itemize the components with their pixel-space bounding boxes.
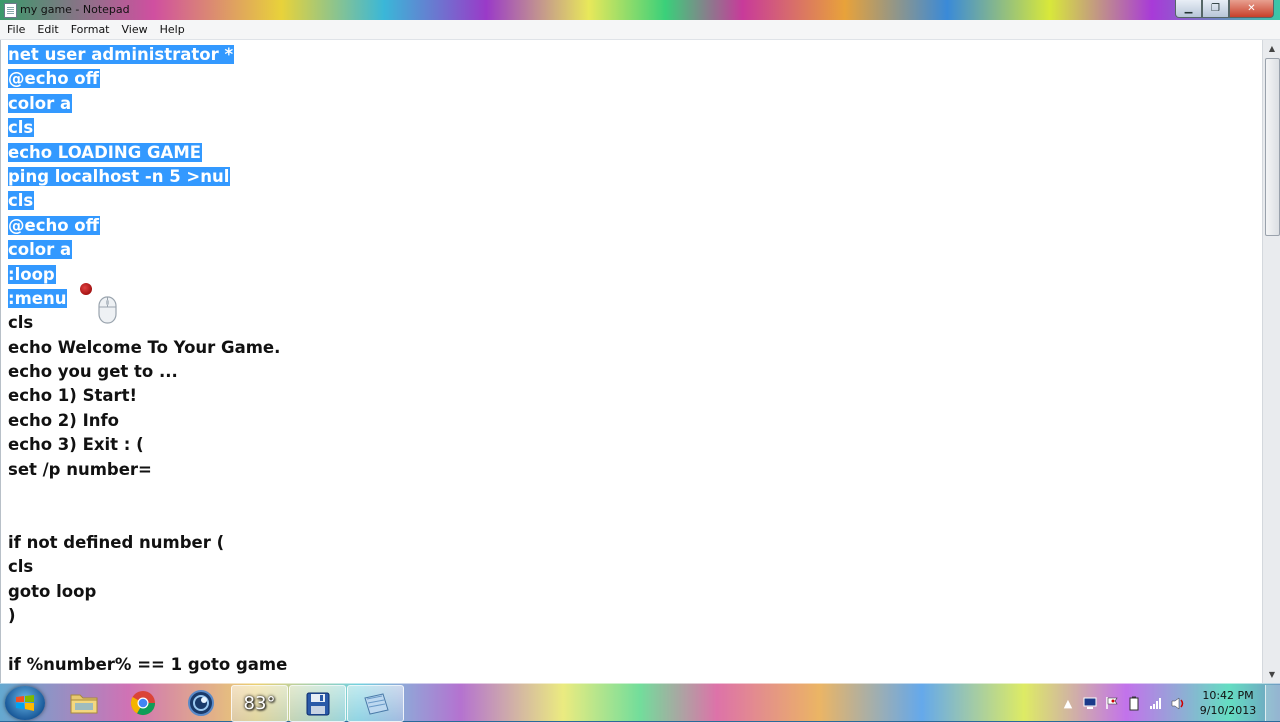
menu-edit[interactable]: Edit <box>31 20 64 39</box>
show-desktop-button[interactable] <box>1265 685 1280 721</box>
floppy-disk-icon <box>306 692 329 715</box>
taskbar-notepad-button[interactable] <box>347 685 404 722</box>
notepad-app-icon <box>363 692 389 715</box>
scroll-up-arrow-icon[interactable]: ▲ <box>1264 40 1280 57</box>
show-hidden-icons-arrow-icon[interactable]: ▲ <box>1060 695 1076 711</box>
clock-time: 10:42 PM <box>1202 689 1254 702</box>
editor-line-text: ping localhost -n 5 >nul <box>8 166 231 186</box>
editor-line: cls <box>8 189 288 213</box>
flag-icon[interactable] <box>1104 695 1120 711</box>
editor-line: ) <box>8 604 288 628</box>
editor-line: echo Welcome To Your Game. <box>8 336 288 360</box>
editor-line: color a <box>8 238 288 262</box>
editor-line <box>8 506 288 530</box>
window-title: my game - Notepad <box>20 3 130 16</box>
editor-line-text: color a <box>8 240 73 260</box>
editor-line: ping localhost -n 5 >nul <box>8 165 288 189</box>
taskbar-save-button[interactable] <box>289 685 346 722</box>
editor-line-text <box>8 630 9 649</box>
windows-logo-icon <box>16 695 34 711</box>
editor-line: :menu <box>8 287 288 311</box>
menu-file[interactable]: File <box>0 20 31 39</box>
editor-line-text: if %number% == 1 goto game <box>8 654 288 674</box>
editor-line-text: echo Welcome To Your Game. <box>8 337 281 357</box>
editor-line <box>8 628 288 652</box>
editor-line: @echo off <box>8 214 288 238</box>
clock-date: 9/10/2013 <box>1199 704 1257 717</box>
signal-bars-icon[interactable] <box>1148 695 1164 711</box>
editor-line: echo LOADING GAME <box>8 141 288 165</box>
menu-help[interactable]: Help <box>154 20 191 39</box>
editor-line: echo you get to ... <box>8 360 288 384</box>
editor-line-text: ) <box>8 605 16 625</box>
editor-line-text: if not defined number ( <box>8 532 225 552</box>
close-button[interactable]: ✕ <box>1229 0 1274 18</box>
menu-format[interactable]: Format <box>65 20 116 39</box>
editor-line-text <box>8 484 9 503</box>
minimize-button[interactable]: ▁ <box>1175 0 1202 18</box>
scroll-down-arrow-icon[interactable]: ▼ <box>1264 666 1280 683</box>
network-device-icon[interactable] <box>1082 695 1098 711</box>
editor-lines: net user administrator * @echo off color a… <box>8 43 288 677</box>
taskbar-app-button[interactable] <box>173 685 228 720</box>
editor-line: if not defined number ( <box>8 531 288 555</box>
chrome-icon <box>130 690 155 715</box>
editor-line-text: :loop <box>8 264 56 284</box>
editor-line: cls <box>8 555 288 579</box>
taskbar-explorer-button[interactable] <box>56 685 111 720</box>
editor-line: echo 2) Info <box>8 409 288 433</box>
editor-line-text: echo 3) Exit : ( <box>8 435 144 455</box>
editor-line-text: @echo off <box>8 69 100 89</box>
editor-line-text: color a <box>8 93 73 113</box>
folder-icon <box>70 694 97 713</box>
editor-line: @echo off <box>8 67 288 91</box>
taskbar: 83° ▲ 10:42 PM 9/10/2013 <box>0 683 1280 722</box>
weather-temperature: 83° <box>243 693 276 714</box>
menu-bar: File Edit Format View Help <box>0 20 1280 40</box>
click-indicator-icon <box>80 283 92 295</box>
editor-line: :loop <box>8 263 288 287</box>
battery-icon[interactable] <box>1126 695 1142 711</box>
editor-line: net user administrator * <box>8 43 288 67</box>
editor-line: echo 3) Exit : ( <box>8 433 288 457</box>
editor-line-text: :menu <box>8 288 68 308</box>
editor-line-text: echo LOADING GAME <box>8 142 203 162</box>
editor-line-text: goto loop <box>8 581 97 601</box>
menu-view[interactable]: View <box>116 20 154 39</box>
editor-line-text: net user administrator * <box>8 45 235 64</box>
editor-line: set /p number= <box>8 458 288 482</box>
editor-line-text: cls <box>8 557 34 577</box>
start-button[interactable] <box>5 686 45 720</box>
maximize-button[interactable]: ❐ <box>1202 0 1229 18</box>
editor-line-text: cls <box>8 191 35 211</box>
vertical-scrollbar[interactable]: ▲ ▼ <box>1262 40 1280 683</box>
window-controls: ▁ ❐ ✕ <box>1175 0 1274 18</box>
taskbar-chrome-button[interactable] <box>115 685 170 720</box>
editor-line-text: echo 1) Start! <box>8 386 138 406</box>
editor-line-text: cls <box>8 118 35 138</box>
editor-line <box>8 482 288 506</box>
editor-line-text <box>8 508 9 527</box>
editor-line-text: set /p number= <box>8 459 152 479</box>
mouse-icon <box>98 296 117 324</box>
text-editor[interactable]: net user administrator * @echo off color a… <box>0 40 1263 683</box>
editor-line: if %number% == 1 goto game <box>8 653 288 677</box>
volume-icon[interactable] <box>1170 695 1186 711</box>
editor-line: color a <box>8 92 288 116</box>
editor-line-text: @echo off <box>8 215 100 235</box>
scroll-thumb[interactable] <box>1265 58 1280 236</box>
editor-line-text: echo 2) Info <box>8 410 119 430</box>
cinema4d-icon <box>187 689 214 716</box>
editor-line: cls <box>8 311 288 335</box>
editor-line-text: cls <box>8 313 34 333</box>
title-bar[interactable]: my game - Notepad ▁ ❐ ✕ <box>0 0 1280 20</box>
editor-line-text: echo you get to ... <box>8 362 178 382</box>
editor-line: cls <box>8 116 288 140</box>
system-tray: ▲ 10:42 PM 9/10/2013 <box>1057 685 1280 721</box>
editor-line: echo 1) Start! <box>8 384 288 408</box>
taskbar-weather-button[interactable]: 83° <box>231 685 288 722</box>
clock[interactable]: 10:42 PM 9/10/2013 <box>1195 688 1261 718</box>
editor-line: goto loop <box>8 580 288 604</box>
notepad-icon <box>4 3 17 18</box>
